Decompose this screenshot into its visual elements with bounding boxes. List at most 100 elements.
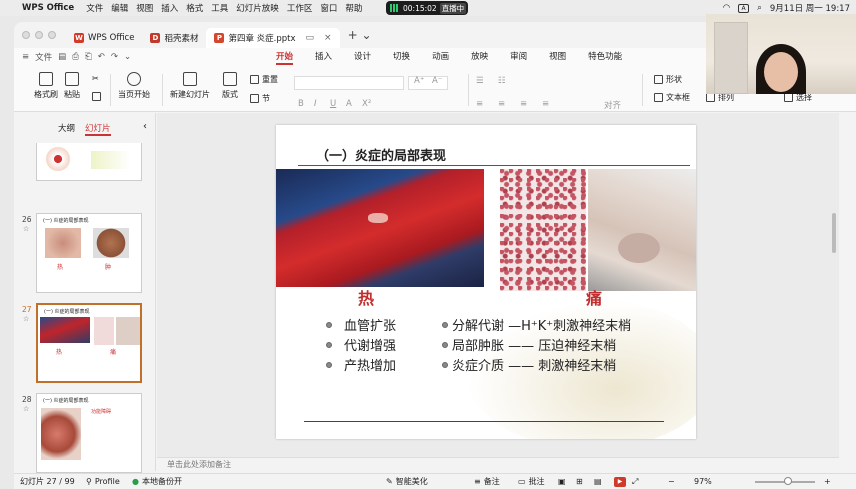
superscript-icon[interactable]: X² xyxy=(362,99,371,109)
menu-help[interactable]: 帮助 xyxy=(345,2,370,14)
paste-button[interactable]: 粘贴 xyxy=(64,72,80,100)
sorter-view-icon[interactable]: ⊞ xyxy=(576,477,583,486)
zoom-window-button[interactable] xyxy=(48,31,56,39)
reading-view-icon[interactable]: ▤ xyxy=(594,477,602,486)
menu-format[interactable]: 格式 xyxy=(186,2,211,14)
numbered-list-icon[interactable]: ☷ xyxy=(498,76,506,86)
pain-point[interactable]: 炎症介质 —— 刺激神经末梢 xyxy=(442,355,616,374)
backup-status[interactable]: ● 本地备份开 xyxy=(132,476,182,487)
decrease-font-icon[interactable]: A⁻ xyxy=(432,76,442,86)
menu-edit[interactable]: 编辑 xyxy=(111,2,136,14)
tab-slides[interactable]: 幻灯片 xyxy=(85,122,111,136)
normal-view-icon[interactable]: ▣ xyxy=(558,477,566,486)
tab-wps-office[interactable]: W WPS Office xyxy=(66,28,142,48)
heat-point[interactable]: 血管扩张 xyxy=(326,315,396,334)
tissue-micrograph-image[interactable] xyxy=(500,169,586,291)
close-tab-icon[interactable]: × xyxy=(324,33,332,43)
fit-window-icon[interactable]: ⤢ xyxy=(632,477,638,487)
font-color-icon[interactable]: A xyxy=(346,99,352,109)
tab-animation[interactable]: 动画 xyxy=(432,50,449,65)
tab-special[interactable]: 特色功能 xyxy=(588,50,622,65)
swollen-neck-image[interactable] xyxy=(588,169,696,291)
zoom-slider-knob[interactable] xyxy=(784,477,792,485)
save-icon[interactable]: ▤ xyxy=(58,52,66,62)
input-source-icon[interactable]: A xyxy=(738,3,750,13)
hamburger-icon[interactable]: ≡ xyxy=(22,52,29,62)
tab-outline[interactable]: 大纲 xyxy=(58,122,75,136)
textbox-button[interactable]: 文本框 xyxy=(654,92,690,103)
tab-design[interactable]: 设计 xyxy=(354,50,371,65)
file-menu[interactable]: 文件 xyxy=(35,51,52,63)
pain-point[interactable]: 局部肿胀 —— 压迫神经末梢 xyxy=(442,335,616,354)
redo-icon[interactable]: ↷ xyxy=(111,52,118,62)
wifi-icon[interactable]: ◠ xyxy=(723,3,730,13)
close-window-button[interactable] xyxy=(22,31,30,39)
shape-button[interactable]: 形状 xyxy=(654,74,682,85)
vertical-scrollbar[interactable] xyxy=(832,123,837,443)
undo-icon[interactable]: ↶ xyxy=(98,52,105,62)
menu-file[interactable]: 文件 xyxy=(86,2,111,14)
slide-thumb-28[interactable]: (一) 炎症的局部表现 功能障碍 xyxy=(36,393,142,473)
current-slide[interactable]: （一）炎症的局部表现 热 痛 血管扩张 代谢增强 产热增加 分解代谢 —H⁺K⁺… xyxy=(276,125,696,439)
heading-pain[interactable]: 痛 xyxy=(586,285,602,309)
underline-icon[interactable]: U xyxy=(330,99,336,109)
align-button[interactable]: 对齐 xyxy=(604,99,621,111)
zoom-out-icon[interactable]: − xyxy=(668,477,675,486)
heat-point[interactable]: 产热增加 xyxy=(326,355,396,374)
heading-heat[interactable]: 热 xyxy=(358,285,374,309)
increase-font-icon[interactable]: A⁺ xyxy=(414,76,424,86)
tab-document[interactable]: P 第四章 炎症.pptx ▭ × xyxy=(206,28,340,48)
tab-review[interactable]: 审阅 xyxy=(510,50,527,65)
start-current-button[interactable]: 当页开始 xyxy=(118,72,150,100)
window-mode-icon[interactable]: ▭ xyxy=(306,33,315,43)
menu-slideshow[interactable]: 幻灯片放映 xyxy=(236,2,287,14)
menu-insert[interactable]: 插入 xyxy=(161,2,186,14)
print-icon[interactable]: ⎗ xyxy=(85,52,92,62)
bullet-list-icon[interactable]: ☰ xyxy=(476,76,484,86)
search-icon[interactable]: ⌕ xyxy=(757,3,762,13)
new-tab-button[interactable]: + ⌄ xyxy=(348,28,372,42)
profile-button[interactable]: ⚲ Profile xyxy=(86,477,120,486)
tab-slideshow[interactable]: 放映 xyxy=(471,50,488,65)
tab-transition[interactable]: 切换 xyxy=(393,50,410,65)
align-right-icon[interactable]: ≡ xyxy=(520,99,527,109)
heat-point[interactable]: 代谢增强 xyxy=(326,335,396,354)
pain-point[interactable]: 分解代谢 —H⁺K⁺刺激神经末梢 xyxy=(442,315,631,334)
more-icon[interactable]: ⌄ xyxy=(124,52,131,62)
export-icon[interactable]: ⎙ xyxy=(72,52,79,62)
justify-icon[interactable]: ≡ xyxy=(542,99,549,109)
cut-icon[interactable]: ✂ xyxy=(92,74,99,83)
reset-button[interactable]: 重置 xyxy=(250,74,278,85)
align-left-icon[interactable]: ≡ xyxy=(476,99,483,109)
layout-button[interactable]: 版式 xyxy=(222,72,238,100)
minimize-window-button[interactable] xyxy=(35,31,43,39)
inflamed-arm-image[interactable] xyxy=(276,169,484,287)
slide-thumb-26[interactable]: (一) 炎症的局部表现 热 肿 xyxy=(36,213,142,293)
datetime[interactable]: 9月11日 周一 19:17 xyxy=(770,2,850,14)
tab-insert[interactable]: 插入 xyxy=(315,50,332,65)
menu-view[interactable]: 视图 xyxy=(136,2,161,14)
comments-toggle[interactable]: ▭ 批注 xyxy=(518,476,545,487)
tab-home[interactable]: 开始 xyxy=(276,50,294,65)
app-menu-name[interactable]: WPS Office xyxy=(22,3,86,13)
menu-tools[interactable]: 工具 xyxy=(211,2,236,14)
bold-icon[interactable]: B xyxy=(298,99,304,109)
slideshow-button[interactable]: ▶ xyxy=(614,476,626,487)
zoom-level[interactable]: 97% xyxy=(694,477,712,486)
copy-icon[interactable] xyxy=(92,92,101,101)
font-name-select[interactable] xyxy=(294,76,404,90)
notes-area[interactable]: 单击此处添加备注 xyxy=(157,457,839,471)
tab-docer-material[interactable]: D 稻壳素材 xyxy=(142,28,206,48)
menu-workspace[interactable]: 工作区 xyxy=(287,2,321,14)
slide-thumb-27[interactable]: (一) 炎症的局部表现 热 痛 xyxy=(36,303,142,383)
slide-thumb-25[interactable] xyxy=(36,143,142,181)
notes-toggle[interactable]: ≡ 备注 xyxy=(474,476,500,487)
menu-window[interactable]: 窗口 xyxy=(320,2,345,14)
italic-icon[interactable]: I xyxy=(314,99,317,109)
zoom-in-icon[interactable]: + xyxy=(824,477,831,486)
format-painter-button[interactable]: 格式刷 xyxy=(34,72,58,100)
slide-title[interactable]: （一）炎症的局部表现 xyxy=(316,145,446,164)
scrollbar-thumb[interactable] xyxy=(832,213,836,253)
new-slide-button[interactable]: 新建幻灯片 xyxy=(170,72,210,100)
collapse-panel-icon[interactable]: ‹ xyxy=(143,121,147,132)
